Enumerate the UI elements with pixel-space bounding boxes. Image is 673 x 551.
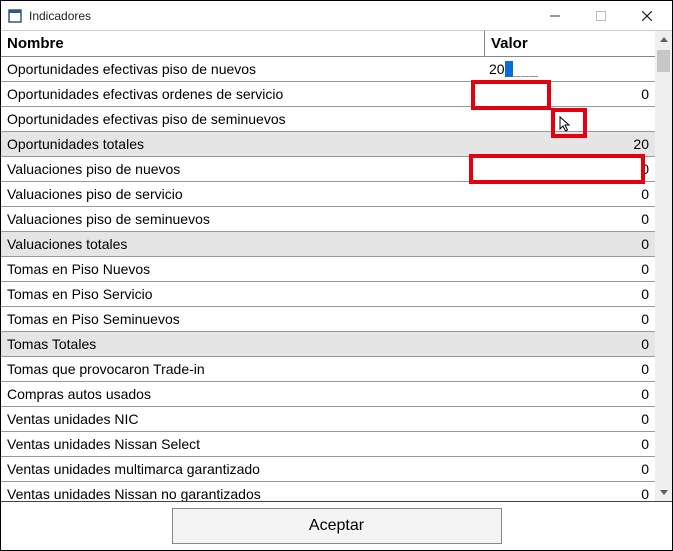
row-label: Valuaciones totales [1,232,485,256]
table-row[interactable]: Ventas unidades Nissan Select0 [1,432,655,457]
scroll-up-icon[interactable] [655,31,672,48]
footer: Aceptar [1,501,672,550]
vertical-scrollbar[interactable] [655,31,672,501]
table-row[interactable]: Tomas en Piso Servicio0 [1,282,655,307]
row-label: Tomas en Piso Servicio [1,282,485,306]
table-row[interactable]: Valuaciones piso de servicio0 [1,182,655,207]
table-row[interactable]: Tomas en Piso Seminuevos0 [1,307,655,332]
table-row[interactable]: Ventas unidades NIC0 [1,407,655,432]
row-label: Oportunidades efectivas ordenes de servi… [1,82,485,106]
row-value: 0 [485,232,655,256]
row-label: Valuaciones piso de seminuevos [1,207,485,231]
table-row[interactable]: Valuaciones piso de nuevos0 [1,157,655,182]
grid-header: Nombre Valor [1,31,655,57]
minimize-button[interactable] [532,1,578,30]
row-value[interactable]: 0 [485,207,655,231]
header-name[interactable]: Nombre [1,31,485,56]
value-input[interactable]: 20___ [487,61,539,77]
close-button[interactable] [624,1,670,30]
maximize-button[interactable] [578,1,624,30]
row-value: 0 [485,332,655,356]
row-label: Ventas unidades NIC [1,407,485,431]
row-label: Tomas que provocaron Trade-in [1,357,485,381]
row-value[interactable]: 0 [485,82,655,106]
window-controls [532,1,670,30]
table-row[interactable]: Oportunidades efectivas ordenes de servi… [1,82,655,107]
row-value[interactable]: 0 [485,482,655,501]
table-row[interactable]: Tomas que provocaron Trade-in0 [1,357,655,382]
row-value[interactable]: 0 [485,282,655,306]
row-label: Oportunidades totales [1,132,485,156]
titlebar[interactable]: Indicadores [1,1,672,31]
scroll-thumb[interactable] [657,50,670,72]
row-value[interactable]: 0 [485,407,655,431]
table-row[interactable]: Oportunidades totales20 [1,132,655,157]
table-row[interactable]: Ventas unidades multimarca garantizado0 [1,457,655,482]
row-label: Ventas unidades Nissan no garantizados [1,482,485,501]
row-label: Compras autos usados [1,382,485,406]
table-row[interactable]: Oportunidades efectivas piso de seminuev… [1,107,655,132]
row-label: Tomas Totales [1,332,485,356]
text-selection [505,61,513,77]
content-area: Nombre Valor Oportunidades efectivas pis… [1,31,672,550]
row-label: Oportunidades efectivas piso de nuevos [1,57,485,81]
row-label: Valuaciones piso de nuevos [1,157,485,181]
window-frame: Indicadores Nombre Valor Oportunidades e… [0,0,673,551]
row-value[interactable]: 0 [485,432,655,456]
row-label: Oportunidades efectivas piso de seminuev… [1,107,485,131]
row-value[interactable]: 0 [485,157,655,181]
row-label: Tomas en Piso Nuevos [1,257,485,281]
row-value[interactable]: 0 [485,357,655,381]
row-value[interactable]: 0 [485,257,655,281]
table-row[interactable]: Tomas Totales0 [1,332,655,357]
window-title: Indicadores [29,9,532,23]
row-value[interactable]: 20___ [485,61,655,77]
row-value[interactable]: 0 [485,307,655,331]
accept-button[interactable]: Aceptar [172,508,502,544]
row-label: Ventas unidades multimarca garantizado [1,457,485,481]
row-label: Tomas en Piso Seminuevos [1,307,485,331]
table-row[interactable]: Oportunidades efectivas piso de nuevos20… [1,57,655,82]
scroll-down-icon[interactable] [655,484,672,501]
table-row[interactable]: Compras autos usados0 [1,382,655,407]
row-value[interactable]: 0 [485,382,655,406]
header-value[interactable]: Valor [485,31,655,56]
row-value: 20 [485,132,655,156]
table-row[interactable]: Valuaciones piso de seminuevos0 [1,207,655,232]
row-value[interactable] [485,115,655,123]
app-icon [7,8,23,24]
row-label: Valuaciones piso de servicio [1,182,485,206]
table-row[interactable]: Valuaciones totales0 [1,232,655,257]
indicators-grid: Nombre Valor Oportunidades efectivas pis… [1,31,655,501]
table-row[interactable]: Ventas unidades Nissan no garantizados0 [1,482,655,501]
row-value[interactable]: 0 [485,457,655,481]
row-value[interactable]: 0 [485,182,655,206]
table-row[interactable]: Tomas en Piso Nuevos0 [1,257,655,282]
grid-scroll-area[interactable]: Nombre Valor Oportunidades efectivas pis… [1,31,655,501]
row-label: Ventas unidades Nissan Select [1,432,485,456]
